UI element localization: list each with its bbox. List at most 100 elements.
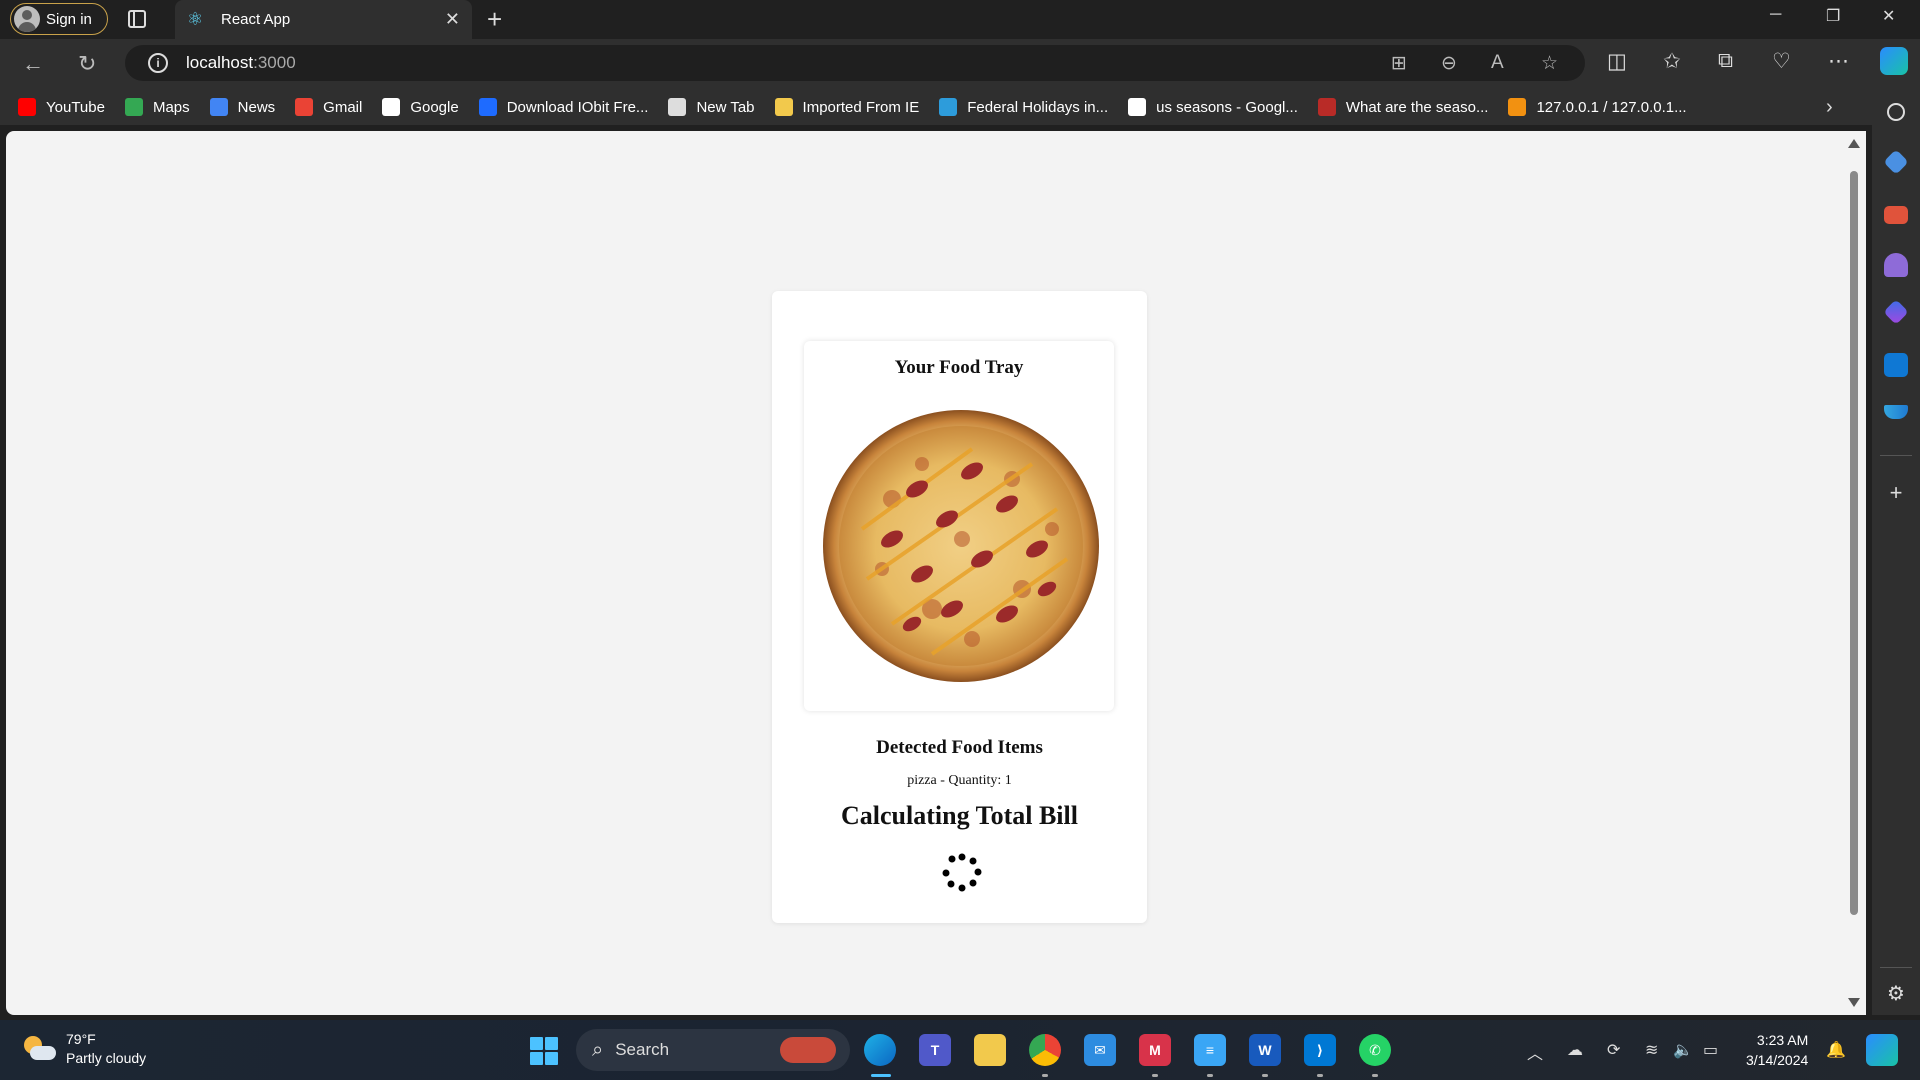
split-screen-icon[interactable]: ◫ [1607,49,1627,74]
mail-taskbar-icon[interactable]: ✉ [1084,1034,1116,1066]
scroll-up-arrow-icon[interactable] [1848,139,1860,148]
address-bar[interactable]: i localhost:3000 ⊞ ⊖ A ☆ [125,45,1585,81]
bookmark-label: Maps [152,98,190,116]
read-aloud-icon[interactable]: A [1491,52,1504,74]
add-icon[interactable]: + [1884,481,1908,505]
page-scrollbar[interactable] [1842,131,1866,1015]
whatsapp-taskbar-icon[interactable]: ✆ [1359,1034,1391,1066]
bookmark-item[interactable]: Download IObit Fre... [478,98,648,116]
bookmark-item[interactable]: News [209,98,276,116]
partly-cloudy-icon [22,1034,56,1064]
tools-icon[interactable] [1884,206,1908,224]
m365-icon[interactable] [1883,299,1909,325]
teams-taskbar-icon[interactable]: T [919,1034,951,1066]
navigation-bar: ← ↻ i localhost:3000 ⊞ ⊖ A ☆ ◫ ✩ ⧉ ♡ ⋯ [0,39,1920,89]
search-highlight-pie-icon [780,1037,836,1063]
notifications-bell-icon[interactable]: 🔔 [1826,1040,1846,1060]
volume-muted-icon[interactable]: 🔈 [1673,1040,1693,1060]
tab-react-app[interactable]: ⚛ React App ✕ [175,0,472,39]
start-button-icon[interactable] [530,1037,558,1065]
bill-card: Your Food Tray Detected Food Items pizza… [772,291,1147,923]
copilot-taskbar-icon[interactable] [1866,1034,1898,1066]
bookmark-item[interactable]: Google [382,98,459,116]
wifi-icon[interactable]: ≋ [1645,1040,1658,1060]
bookmark-label: Imported From IE [802,98,920,116]
title-bar: Sign in ⚛ React App ✕ + ─ ❐ ✕ [0,0,1920,39]
bookmark-item[interactable]: Gmail [295,98,362,116]
show-hidden-icons-chevron-icon[interactable]: ︿ [1527,1040,1543,1064]
loading-spinner-icon [942,853,982,892]
url-port: :3000 [253,53,296,72]
sync-icon[interactable]: ⟳ [1607,1040,1620,1060]
refresh-icon[interactable]: ↻ [78,51,96,77]
edge-taskbar-icon[interactable] [864,1034,896,1066]
bookmark-item[interactable]: Imported From IE [774,98,920,116]
close-tab-icon[interactable]: ✕ [445,9,460,30]
running-app-indicator [1262,1074,1268,1077]
favorite-star-icon[interactable]: ☆ [1541,52,1558,75]
chrome-taskbar-icon[interactable] [1029,1034,1061,1066]
minimize-icon[interactable]: ─ [1770,6,1781,24]
bookmark-label: Federal Holidays in... [967,98,1109,116]
weather-widget[interactable]: 79°F Partly cloudy [22,1030,146,1068]
vscode-taskbar-icon[interactable]: ⟩ [1304,1034,1336,1066]
system-clock[interactable]: 3:23 AM 3/14/2024 [1746,1030,1808,1070]
bookmark-label: News [237,98,276,116]
calculating-heading: Calculating Total Bill [841,801,1078,830]
news-icon [209,98,228,116]
shopping-tag-icon[interactable] [1883,149,1909,175]
settings-gear-icon[interactable]: ⚙ [1884,982,1908,1006]
more-menu-icon[interactable]: ⋯ [1828,49,1849,74]
bookmark-label: us seasons - Googl... [1156,98,1298,116]
zoom-out-icon[interactable]: ⊖ [1441,52,1457,75]
notepad-taskbar-icon[interactable]: ≡ [1194,1034,1226,1066]
scroll-down-arrow-icon[interactable] [1848,998,1860,1007]
new-tab-button[interactable]: + [487,4,502,35]
battery-icon[interactable]: ▭ [1703,1040,1718,1060]
favorites-icon[interactable]: ✩ [1663,49,1681,74]
bookmark-label: New Tab [696,98,755,116]
file-explorer-taskbar-icon[interactable] [974,1034,1006,1066]
site-info-icon[interactable]: i [148,53,168,73]
browser-essentials-icon[interactable]: ♡ [1772,49,1791,74]
edge-sidebar: + ⚙ [1872,89,1920,1015]
word-taskbar-icon[interactable]: W [1249,1034,1281,1066]
tray-title: Your Food Tray [894,357,1024,378]
send-icon[interactable] [1884,405,1908,419]
running-app-indicator [1042,1074,1048,1077]
url-text[interactable]: localhost:3000 [186,53,296,73]
food-tray-panel: Your Food Tray [804,341,1114,711]
close-window-icon[interactable]: ✕ [1882,6,1895,26]
clock-date: 3/14/2024 [1746,1052,1809,1068]
bookmark-label: Gmail [323,98,363,116]
collections-icon[interactable]: ⧉ [1718,49,1733,73]
bookmark-item[interactable]: 127.0.0.1 / 127.0.0.1... [1508,98,1687,116]
app-available-icon[interactable]: ⊞ [1391,52,1407,75]
restore-icon[interactable]: ❐ [1826,6,1840,26]
onedrive-icon[interactable]: ☁ [1567,1040,1583,1060]
bookmark-item[interactable]: New Tab [668,98,755,116]
copilot-icon[interactable] [1880,47,1908,75]
bookmark-item[interactable]: Maps [124,98,190,116]
outlook-icon[interactable] [1884,353,1908,377]
bookmark-label: YouTube [46,98,105,116]
taskbar-search-box[interactable]: ⌕ Search [576,1029,850,1071]
tab-actions-icon[interactable] [128,10,146,28]
bookmark-item[interactable]: What are the seaso... [1317,98,1488,116]
bookmark-item[interactable]: YouTube [18,98,105,116]
quora-icon [1317,98,1336,116]
bookmark-item[interactable]: us seasons - Googl... [1128,98,1298,116]
bookmarks-overflow-chevron-icon[interactable]: › [1826,96,1833,119]
sign-in-button[interactable]: Sign in [10,3,108,35]
bookmark-item[interactable]: Federal Holidays in... [939,98,1108,116]
games-icon[interactable] [1884,253,1908,277]
bookmark-label: 127.0.0.1 / 127.0.0.1... [1536,98,1687,116]
gmail-icon [295,98,314,116]
scrollbar-thumb[interactable] [1850,171,1858,915]
detected-items-title: Detected Food Items [876,737,1043,758]
page-icon [668,98,687,116]
url-host: localhost [186,53,254,72]
mendeley-taskbar-icon[interactable]: M [1139,1034,1171,1066]
back-icon[interactable]: ← [22,51,44,77]
search-icon[interactable] [1887,103,1905,121]
